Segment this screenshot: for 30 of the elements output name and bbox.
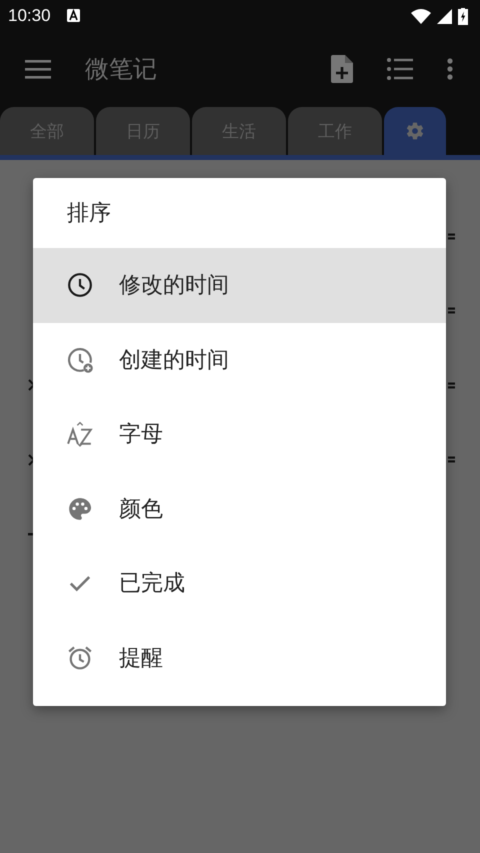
sort-option[interactable]: 已完成 (33, 546, 446, 620)
signal-icon (437, 8, 452, 24)
sort-option[interactable]: 提醒 (33, 620, 446, 695)
drag-handle-icon (448, 456, 455, 464)
sort-option[interactable]: 修改的时间 (33, 248, 446, 322)
clock-plus-icon (67, 346, 93, 373)
sort-option[interactable]: 颜色 (33, 472, 446, 546)
sort-option[interactable]: 创建的时间 (33, 322, 446, 397)
notification-icon (66, 8, 80, 22)
chevron-icon (28, 379, 35, 392)
menu-icon[interactable] (25, 58, 51, 78)
battery-icon (458, 8, 468, 24)
more-icon[interactable] (447, 58, 453, 80)
add-note-icon[interactable] (331, 54, 353, 82)
clock-icon (67, 272, 93, 298)
drag-handle-icon (448, 232, 455, 240)
alarm-clock-icon (67, 644, 93, 671)
clock-time: 10:30 (8, 6, 51, 26)
settings-tab[interactable] (384, 107, 446, 155)
settings-icon (405, 121, 425, 141)
list-icon[interactable] (387, 58, 413, 80)
sort-option[interactable]: 字母 (33, 397, 446, 472)
drag-handle-icon (448, 382, 455, 389)
chevron-icon (28, 454, 35, 466)
app-title: 微笔记 (85, 54, 158, 84)
dialog-title: 排序 (66, 200, 112, 228)
sort-alphabet-icon (67, 421, 93, 448)
drag-handle-icon (448, 307, 455, 314)
palette-icon (67, 496, 93, 522)
wifi-icon (411, 8, 431, 24)
